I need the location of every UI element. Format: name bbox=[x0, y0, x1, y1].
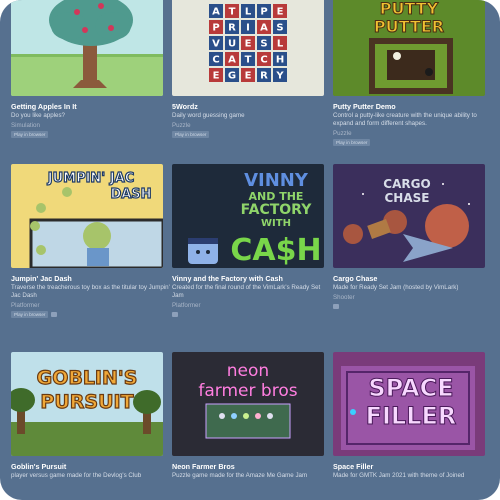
game-gallery: Getting Apples In It Do you like apples?… bbox=[0, 0, 500, 500]
letter-tile-char: Y bbox=[275, 71, 284, 82]
platform-badges: Play in browser bbox=[333, 139, 371, 146]
game-title[interactable]: Putty Putter Demo bbox=[333, 102, 493, 111]
game-description: Made for GMTK Jam 2021 with theme of Joi… bbox=[333, 472, 465, 479]
game-description: Do you like apples? bbox=[11, 112, 66, 119]
putty-logo-line1: PUTTY bbox=[380, 0, 439, 18]
letter-tile-char: E bbox=[277, 7, 284, 18]
letter-tile-char: H bbox=[276, 55, 284, 66]
game-genre: Shooter bbox=[333, 294, 355, 301]
cargo-logo-line1: CARGO bbox=[383, 177, 430, 191]
game-genre: Puzzle bbox=[172, 122, 191, 129]
thumbnail-jumpin-jac[interactable]: JUMPIN' JAC DASH bbox=[11, 164, 163, 268]
letter-tile-char: E bbox=[245, 71, 252, 82]
letter-tile-char: E bbox=[213, 71, 220, 82]
game-genre: Simulation bbox=[11, 122, 40, 129]
vinny-logo-line5: CA$H bbox=[230, 233, 321, 268]
platform-badges: Play in browser bbox=[11, 311, 58, 318]
letter-tile-char: A bbox=[212, 7, 220, 18]
game-genre: Platformer bbox=[11, 302, 40, 309]
letter-tile-char: C bbox=[212, 55, 219, 66]
letter-tile-char: T bbox=[245, 55, 252, 66]
neon-logo-line1: neon bbox=[227, 361, 269, 381]
game-description: Made for Ready Set Jam (hosted by VimLar… bbox=[333, 284, 459, 291]
game-grid: Getting Apples In It Do you like apples?… bbox=[0, 0, 500, 500]
thumbnail-5wordz[interactable]: ATLPEPRIASVUESLCATCHEGERY bbox=[172, 0, 324, 96]
thumbnail-neon-farmer-bros[interactable]: neon farmer bros bbox=[172, 352, 324, 456]
letter-tile-char: E bbox=[245, 39, 252, 50]
game-description: Control a putty-like creature with the u… bbox=[333, 112, 477, 127]
game-title[interactable]: Getting Apples In It bbox=[11, 102, 171, 111]
space-logo-line2: FILLER bbox=[366, 402, 457, 430]
letter-tile-char: C bbox=[260, 55, 267, 66]
letter-tile-char: G bbox=[228, 71, 236, 82]
cargo-logo-line2: CHASE bbox=[385, 191, 430, 205]
game-description: Daily word guessing game bbox=[172, 112, 245, 119]
letter-tile-char: I bbox=[246, 23, 250, 34]
play-in-browser-badge: Play in browser bbox=[333, 139, 371, 146]
game-title[interactable]: 5Wordz bbox=[172, 102, 332, 111]
game-title[interactable]: Neon Farmer Bros bbox=[172, 462, 332, 471]
game-title[interactable]: Jumpin' Jac Dash bbox=[11, 274, 171, 283]
game-genre: Platformer bbox=[172, 302, 201, 309]
game-description: Created for the final round of the VimLa… bbox=[172, 284, 321, 299]
play-in-browser-badge: Play in browser bbox=[11, 131, 49, 138]
game-description: player versus game made for the Devlog's… bbox=[11, 472, 142, 479]
letter-tile-char: A bbox=[260, 23, 268, 34]
thumbnail-putty-putter[interactable]: PUTTY PUTTER bbox=[333, 0, 485, 96]
thumbnail-space-filler[interactable]: SPACE FILLER bbox=[333, 352, 485, 456]
vinny-logo-line4: WITH bbox=[261, 218, 291, 229]
letter-tile-char: L bbox=[277, 39, 284, 50]
letter-tile-char: T bbox=[229, 7, 236, 18]
letter-tile-char: L bbox=[245, 7, 252, 18]
letter-tile-char: S bbox=[260, 39, 267, 50]
vinny-logo-line3: FACTORY bbox=[241, 202, 313, 218]
game-description: Puzzle game made for the Amaze Me Game J… bbox=[172, 472, 308, 479]
letter-tile-char: S bbox=[276, 23, 283, 34]
jumpin-logo-line2: DASH bbox=[110, 187, 151, 202]
game-title[interactable]: Cargo Chase bbox=[333, 274, 493, 283]
neon-logo-line2: farmer bros bbox=[198, 381, 297, 401]
game-title[interactable]: Vinny and the Factory with Cash bbox=[172, 274, 332, 283]
thumbnail-vinny-factory[interactable]: VINNY AND THE FACTORY WITH CA$H bbox=[172, 164, 324, 268]
platform-badges bbox=[333, 303, 339, 310]
windows-icon bbox=[333, 304, 339, 309]
jumpin-logo-line1: JUMPIN' JAC bbox=[47, 171, 135, 186]
thumbnail-cargo-chase[interactable]: CARGO CHASE bbox=[333, 164, 485, 268]
letter-tile-char: P bbox=[260, 7, 267, 18]
windows-icon bbox=[51, 312, 58, 317]
goblin-logo-line2: PURSUIT bbox=[40, 391, 133, 413]
game-description: Traverse the treacherous toy box as the … bbox=[11, 284, 170, 299]
goblin-logo-line1: GOBLIN'S bbox=[37, 367, 138, 389]
windows-icon bbox=[172, 312, 178, 317]
letter-tile-char: R bbox=[228, 23, 236, 34]
letter-tile-char: R bbox=[260, 71, 268, 82]
play-in-browser-badge: Play in browser bbox=[172, 131, 210, 138]
game-title[interactable]: Space Filler bbox=[333, 462, 493, 471]
play-in-browser-badge: Play in browser bbox=[11, 311, 49, 318]
thumbnail-goblins-pursuit[interactable]: GOBLIN'S PURSUIT bbox=[11, 352, 163, 456]
letter-tile-char: V bbox=[212, 39, 220, 50]
thumbnail-getting-apples[interactable] bbox=[11, 0, 163, 96]
game-title[interactable]: Goblin's Pursuit bbox=[11, 462, 171, 471]
space-logo-line1: SPACE bbox=[368, 374, 453, 402]
platform-badges: Play in browser bbox=[172, 131, 210, 138]
platform-badges: Play in browser bbox=[11, 131, 49, 138]
vinny-logo-line1: VINNY bbox=[244, 170, 309, 191]
game-genre: Puzzle bbox=[333, 130, 352, 137]
platform-badges bbox=[172, 311, 178, 318]
letter-tile-char: U bbox=[228, 39, 236, 50]
letter-tile-char: P bbox=[212, 23, 219, 34]
putty-logo-line2: PUTTER bbox=[374, 17, 444, 36]
letter-tile-char: A bbox=[228, 55, 236, 66]
